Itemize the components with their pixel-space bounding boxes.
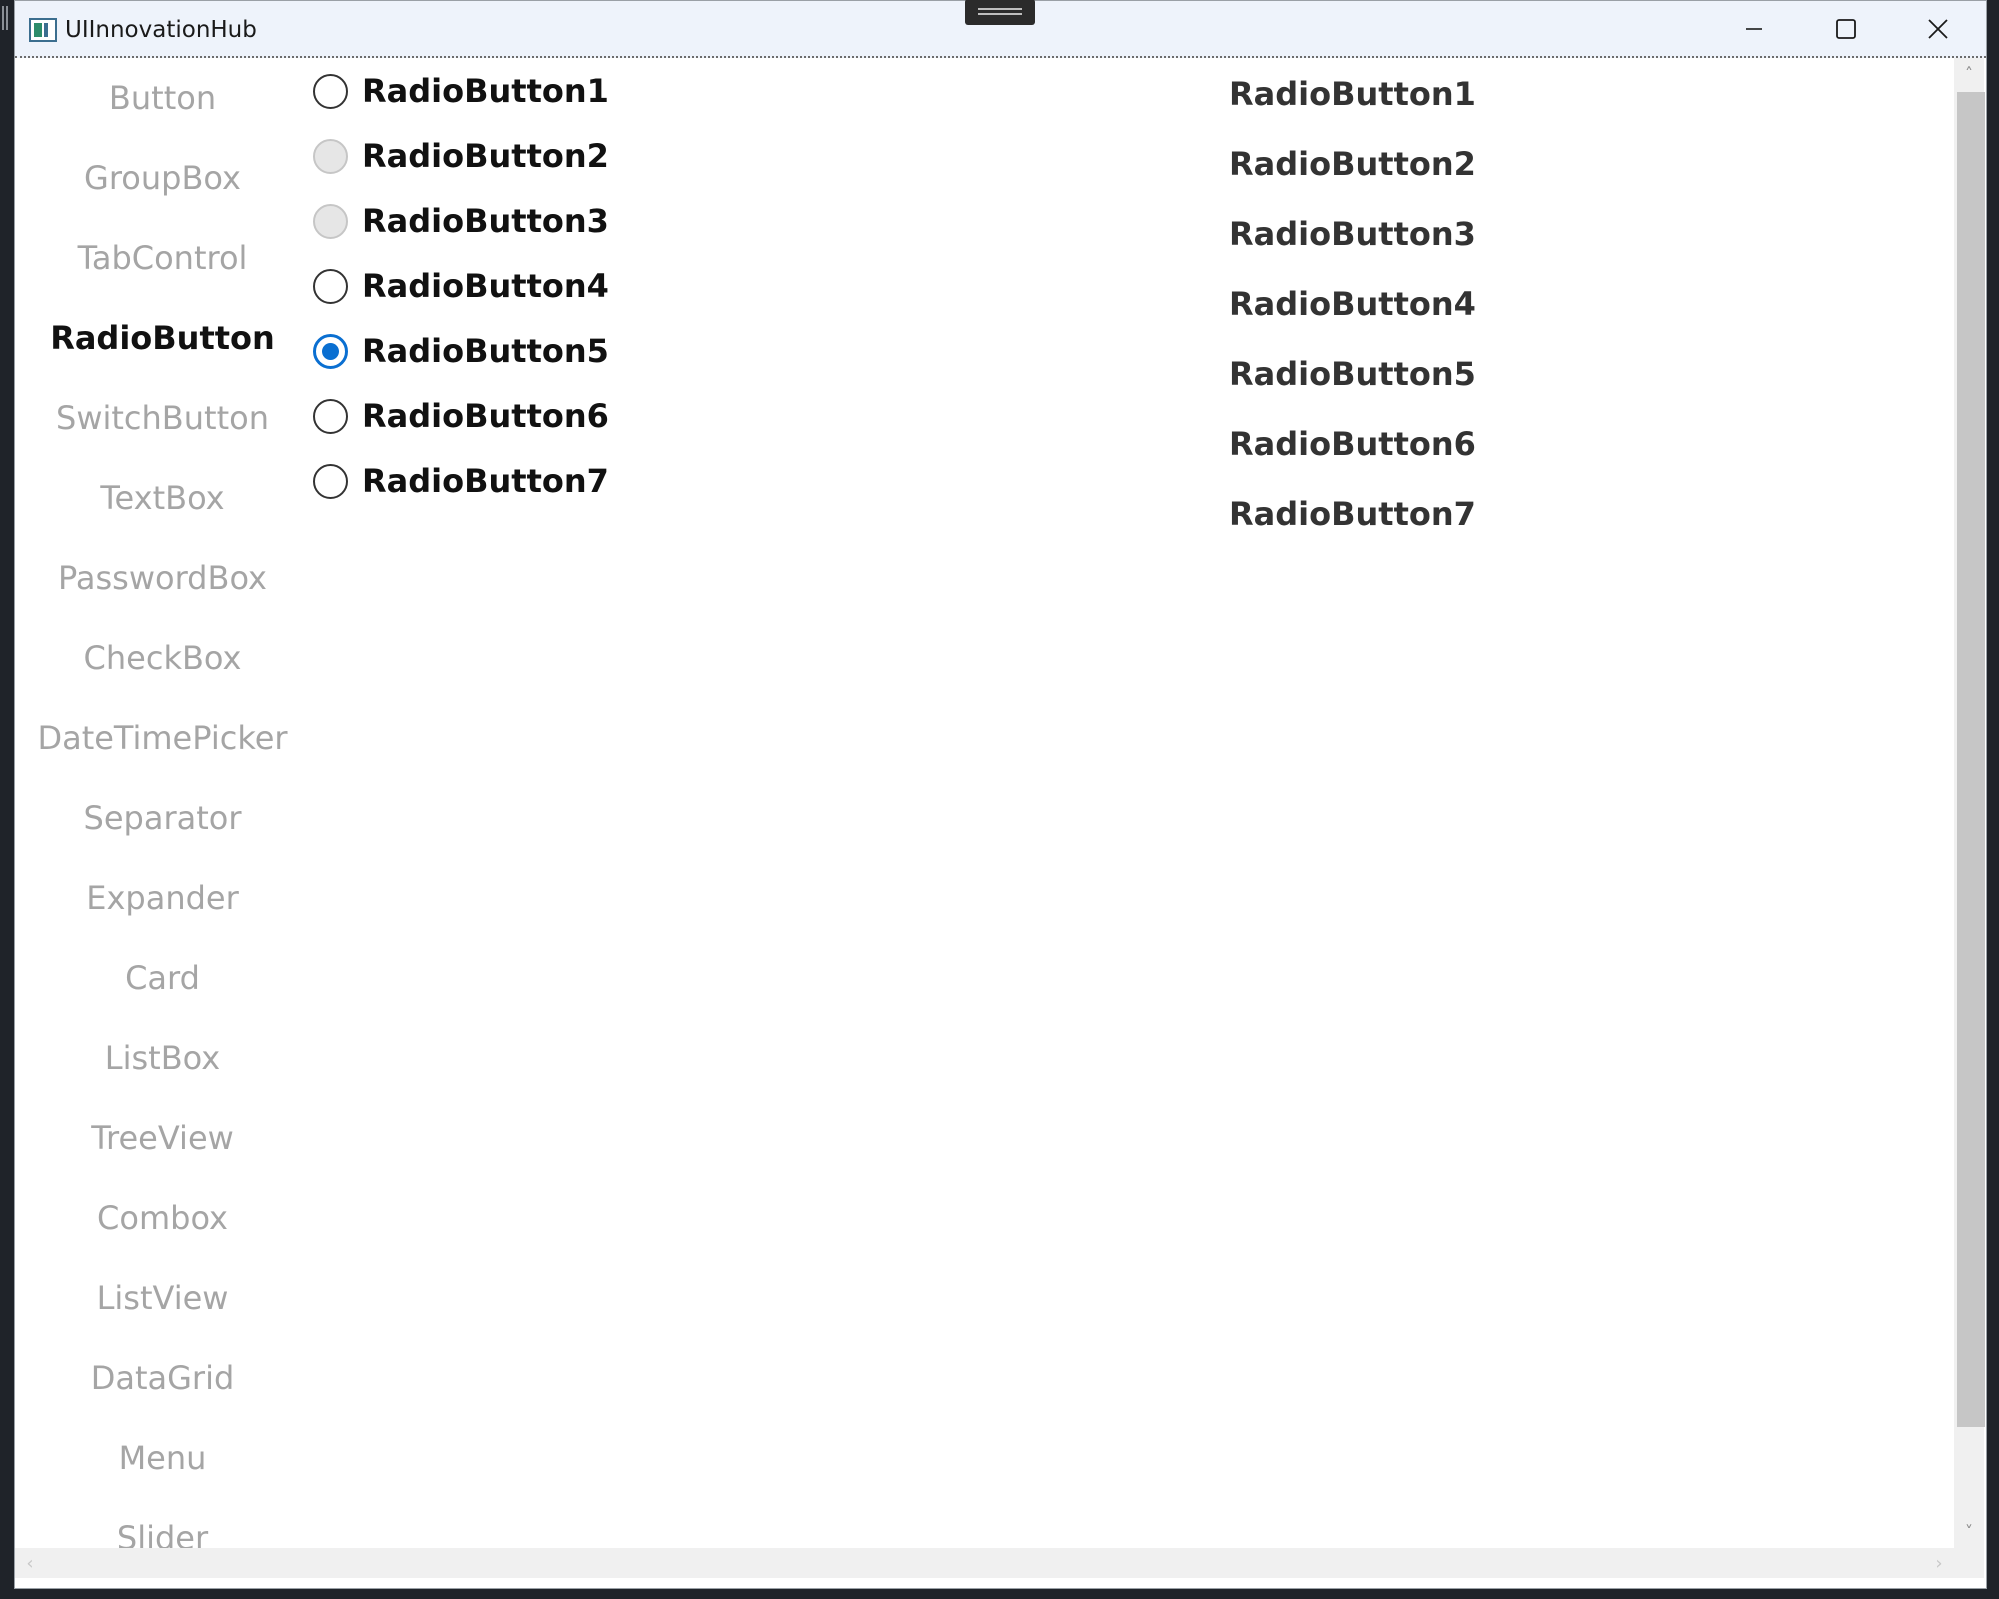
nav-item-card[interactable]: Card xyxy=(15,954,310,1002)
desktop-edge-left xyxy=(0,0,14,1599)
minimize-icon xyxy=(1746,28,1762,30)
radio-label: RadioButton2 xyxy=(362,137,609,175)
styled-radio-button-2[interactable]: RadioButton2 xyxy=(1229,142,1476,186)
styled-radio-button-7[interactable]: RadioButton7 xyxy=(1229,492,1476,536)
radio-circle xyxy=(313,203,348,239)
vertical-scroll-thumb[interactable] xyxy=(1957,92,1985,1427)
radio-button-3[interactable]: RadioButton3 xyxy=(313,196,609,246)
nav-item-datagrid[interactable]: DataGrid xyxy=(15,1354,310,1402)
radio-circle-checked xyxy=(313,333,348,369)
app-window-icon xyxy=(29,18,57,42)
radio-button-1[interactable]: RadioButton1 xyxy=(313,66,609,116)
radio-circle xyxy=(313,138,348,174)
minimize-button[interactable] xyxy=(1708,1,1800,57)
radio-label: RadioButton7 xyxy=(362,462,609,500)
app-window: UIInnovationHub Button GroupBox TabContr… xyxy=(14,0,1987,1589)
scroll-right-icon[interactable]: › xyxy=(1924,1548,1954,1578)
styled-radio-button-4[interactable]: RadioButton4 xyxy=(1229,282,1476,326)
nav-item-combox[interactable]: Combox xyxy=(15,1194,310,1242)
radio-button-7[interactable]: RadioButton7 xyxy=(313,456,609,506)
screen: UIInnovationHub Button GroupBox TabContr… xyxy=(0,0,1999,1599)
scroll-down-icon[interactable]: ˅ xyxy=(1954,1516,1984,1546)
close-icon xyxy=(1928,19,1948,39)
radio-button-6[interactable]: RadioButton6 xyxy=(313,391,609,441)
desktop-edge-right xyxy=(1987,0,1999,1599)
content-area: Button GroupBox TabControl RadioButton S… xyxy=(15,58,1986,1588)
scroll-left-icon[interactable]: ‹ xyxy=(15,1548,45,1578)
styled-radio-button-3[interactable]: RadioButton3 xyxy=(1229,212,1476,256)
nav-item-separator[interactable]: Separator xyxy=(15,794,310,842)
radio-button-2[interactable]: RadioButton2 xyxy=(313,131,609,181)
nav-item-textbox[interactable]: TextBox xyxy=(15,474,310,522)
nav-item-menu[interactable]: Menu xyxy=(15,1434,310,1482)
snap-layout-handle[interactable] xyxy=(965,0,1035,25)
nav-item-radiobutton[interactable]: RadioButton xyxy=(15,314,310,362)
radio-circle xyxy=(313,268,348,304)
styled-radio-button-5[interactable]: RadioButton5 xyxy=(1229,352,1476,396)
maximize-button[interactable] xyxy=(1800,1,1892,57)
nav-item-listbox[interactable]: ListBox xyxy=(15,1034,310,1082)
close-button[interactable] xyxy=(1892,1,1984,57)
nav-item-expander[interactable]: Expander xyxy=(15,874,310,922)
desktop-edge-marker xyxy=(2,6,8,30)
radio-label: RadioButton3 xyxy=(362,202,609,240)
radio-label: RadioButton6 xyxy=(362,397,609,435)
nav-item-tabcontrol[interactable]: TabControl xyxy=(15,234,310,282)
scrollbar-corner xyxy=(1954,1548,1984,1578)
radio-circle xyxy=(313,463,348,499)
sidebar-nav: Button GroupBox TabControl RadioButton S… xyxy=(15,58,310,1557)
nav-item-passwordbox[interactable]: PasswordBox xyxy=(15,554,310,602)
nav-item-datetimepicker[interactable]: DateTimePicker xyxy=(15,714,310,762)
scroll-up-icon[interactable]: ˄ xyxy=(1954,58,1984,88)
nav-item-checkbox[interactable]: CheckBox xyxy=(15,634,310,682)
styled-radio-button-1[interactable]: RadioButton1 xyxy=(1229,72,1476,116)
radio-label: RadioButton5 xyxy=(362,332,609,370)
radio-button-5[interactable]: RadioButton5 xyxy=(313,326,609,376)
nav-item-treeview[interactable]: TreeView xyxy=(15,1114,310,1162)
nav-item-button[interactable]: Button xyxy=(15,74,310,122)
radio-label: RadioButton4 xyxy=(362,267,609,305)
styled-radio-button-6[interactable]: RadioButton6 xyxy=(1229,422,1476,466)
desktop-edge-bottom xyxy=(0,1589,1999,1599)
nav-item-listview[interactable]: ListView xyxy=(15,1274,310,1322)
nav-item-switchbutton[interactable]: SwitchButton xyxy=(15,394,310,442)
radio-circle xyxy=(313,73,348,109)
maximize-icon xyxy=(1836,19,1856,39)
vertical-scrollbar[interactable]: ˄ ˅ xyxy=(1954,58,1985,1548)
radio-button-4[interactable]: RadioButton4 xyxy=(313,261,609,311)
radio-label: RadioButton1 xyxy=(362,72,609,110)
window-title: UIInnovationHub xyxy=(65,17,257,43)
nav-item-groupbox[interactable]: GroupBox xyxy=(15,154,310,202)
horizontal-scrollbar[interactable]: ‹ › xyxy=(15,1548,1954,1578)
radio-circle xyxy=(313,398,348,434)
title-bar[interactable]: UIInnovationHub xyxy=(15,0,1986,58)
